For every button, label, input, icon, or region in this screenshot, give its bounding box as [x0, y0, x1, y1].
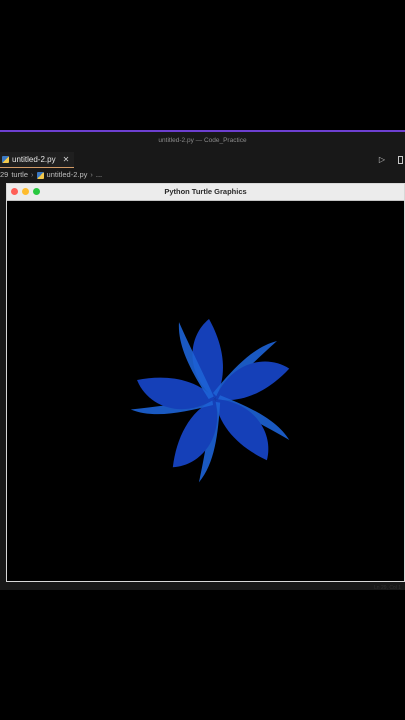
- breadcrumb-trail[interactable]: ...: [96, 169, 102, 181]
- turtle-window-titlebar: Python Turtle Graphics: [7, 184, 404, 201]
- breadcrumb: 29 turtle › untitled-2.py › ...: [0, 169, 405, 181]
- turtle-graphics-window: Python Turtle Graphics: [6, 183, 405, 582]
- turtle-window-title: Python Turtle Graphics: [164, 187, 247, 196]
- tab-label: untitled-2.py: [12, 155, 56, 164]
- split-editor-icon[interactable]: [398, 156, 403, 164]
- window-title: untitled-2.py — Code_Practice: [158, 137, 247, 144]
- python-file-icon: [2, 156, 9, 163]
- breadcrumb-line: 29: [0, 170, 9, 179]
- tab-strip: untitled-2.py ✕ ▷: [0, 152, 405, 168]
- turtle-canvas: [7, 201, 404, 581]
- flower-drawing: [130, 319, 290, 483]
- chevron-right-icon: ›: [31, 170, 34, 179]
- run-icon[interactable]: ▷: [379, 155, 385, 164]
- status-text: Ln 29, Col 1: [374, 585, 401, 591]
- close-icon[interactable]: ✕: [63, 155, 70, 164]
- python-file-icon: [36, 171, 44, 179]
- breadcrumb-file[interactable]: untitled-2.py: [47, 169, 88, 181]
- flower-petals: [130, 319, 290, 483]
- tab-untitled-2[interactable]: untitled-2.py ✕: [0, 152, 74, 168]
- breadcrumb-folder[interactable]: turtle: [11, 169, 28, 181]
- chevron-right-icon: ›: [90, 170, 93, 179]
